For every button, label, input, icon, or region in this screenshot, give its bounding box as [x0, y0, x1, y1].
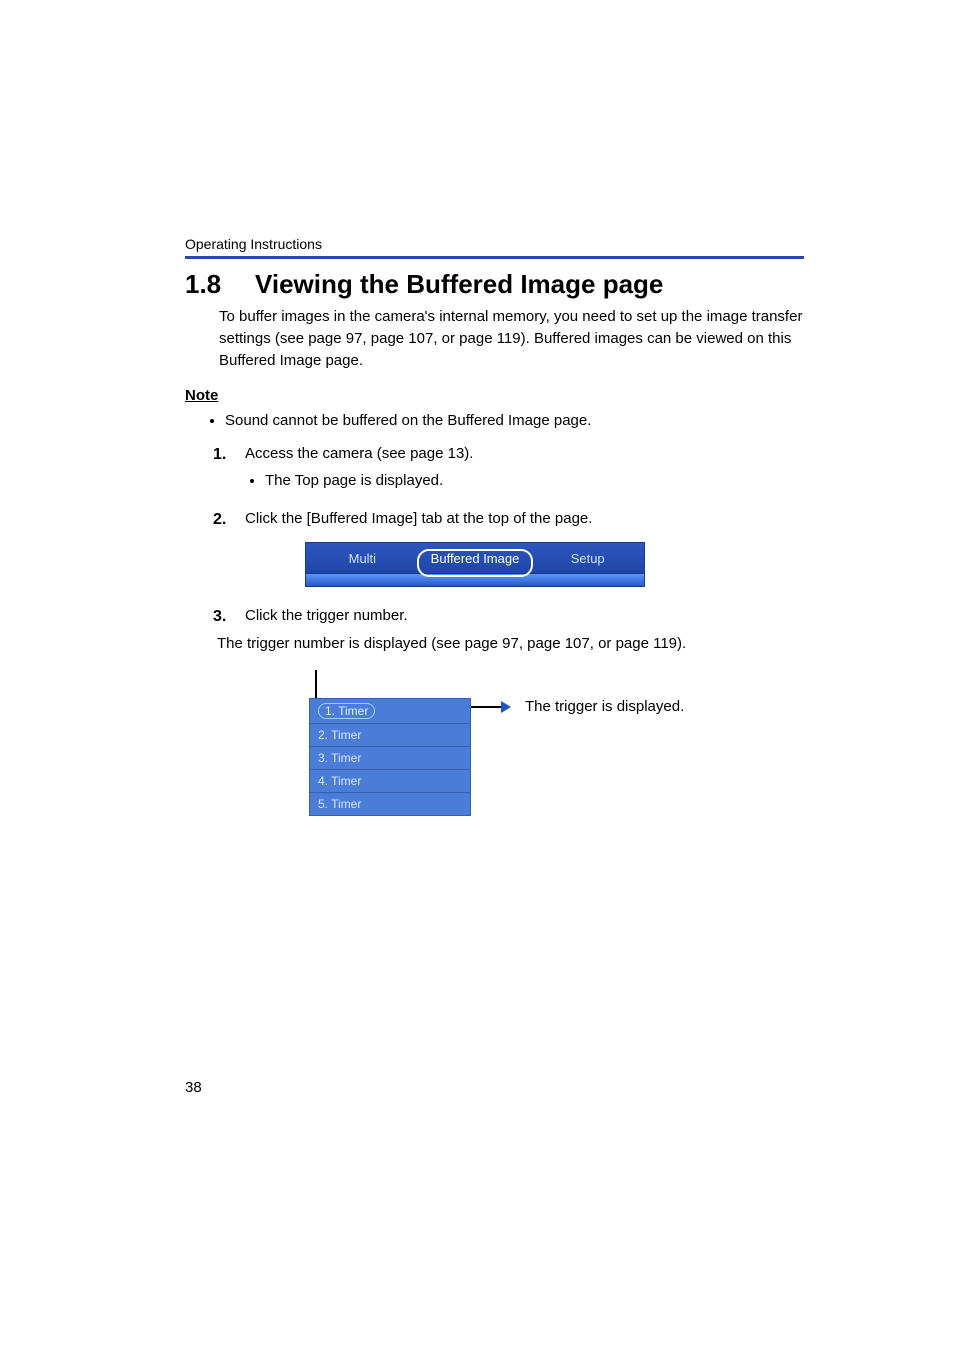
tab-bar-figure: Multi Buffered Image Setup [305, 542, 645, 587]
step-1-number: 1. [213, 443, 245, 467]
trigger-item-1[interactable]: 1. Timer [310, 699, 470, 723]
section-title-text: Viewing the Buffered Image page [255, 269, 663, 299]
callout-arrow-icon [501, 701, 511, 713]
note-label: Note [185, 387, 804, 404]
step-1-text: Access the camera (see page 13). [245, 445, 473, 462]
tab-setup[interactable]: Setup [531, 551, 644, 566]
tab-accent-bar [305, 574, 645, 587]
tab-multi[interactable]: Multi [306, 551, 419, 566]
step-3-number: 3. [213, 605, 245, 629]
page-number: 38 [185, 1079, 202, 1096]
tab-multi-label: Multi [349, 551, 376, 566]
note-item: Sound cannot be buffered on the Buffered… [225, 412, 804, 429]
section-intro: To buffer images in the camera's interna… [219, 306, 804, 371]
tab-buffered-image-label: Buffered Image [431, 551, 520, 566]
trigger-item-3-label: 3. Timer [318, 751, 361, 765]
section-number: 1.8 [185, 269, 255, 300]
trigger-item-3[interactable]: 3. Timer [310, 746, 470, 769]
tab-buffered-image[interactable]: Buffered Image [419, 551, 532, 566]
step-3-text: Click the trigger number. [245, 607, 408, 624]
trigger-item-1-label: 1. Timer [318, 703, 375, 719]
trigger-item-5-label: 5. Timer [318, 797, 361, 811]
step-1-sublist: The Top page is displayed. [265, 470, 804, 493]
trigger-item-2[interactable]: 2. Timer [310, 723, 470, 746]
trigger-panel: 1. Timer 2. Timer 3. Timer 4. Timer 5. T… [309, 698, 471, 816]
trigger-caption: The trigger number is displayed (see pag… [217, 635, 804, 652]
section-heading: 1.8Viewing the Buffered Image page [185, 269, 804, 300]
trigger-item-2-label: 2. Timer [318, 728, 361, 742]
note-list: Sound cannot be buffered on the Buffered… [225, 412, 804, 429]
trigger-item-5[interactable]: 5. Timer [310, 792, 470, 815]
tab-bar: Multi Buffered Image Setup [305, 542, 645, 574]
step-2-number: 2. [213, 508, 245, 532]
step-1: 1. Access the camera (see page 13). The … [213, 443, 804, 502]
trigger-figure: The trigger is displayed. 1. Timer 2. Ti… [315, 676, 804, 806]
step-3: 3. Click the trigger number. [213, 605, 804, 629]
trigger-item-4[interactable]: 4. Timer [310, 769, 470, 792]
step-1-sub-item: The Top page is displayed. [265, 470, 804, 493]
step-2-text: Click the [Buffered Image] tab at the to… [245, 510, 592, 527]
tab-setup-label: Setup [571, 551, 605, 566]
trigger-item-4-label: 4. Timer [318, 774, 361, 788]
step-2: 2. Click the [Buffered Image] tab at the… [213, 508, 804, 532]
running-header: Operating Instructions [185, 236, 804, 252]
callout-text: The trigger is displayed. [525, 698, 684, 715]
header-rule [185, 256, 804, 259]
